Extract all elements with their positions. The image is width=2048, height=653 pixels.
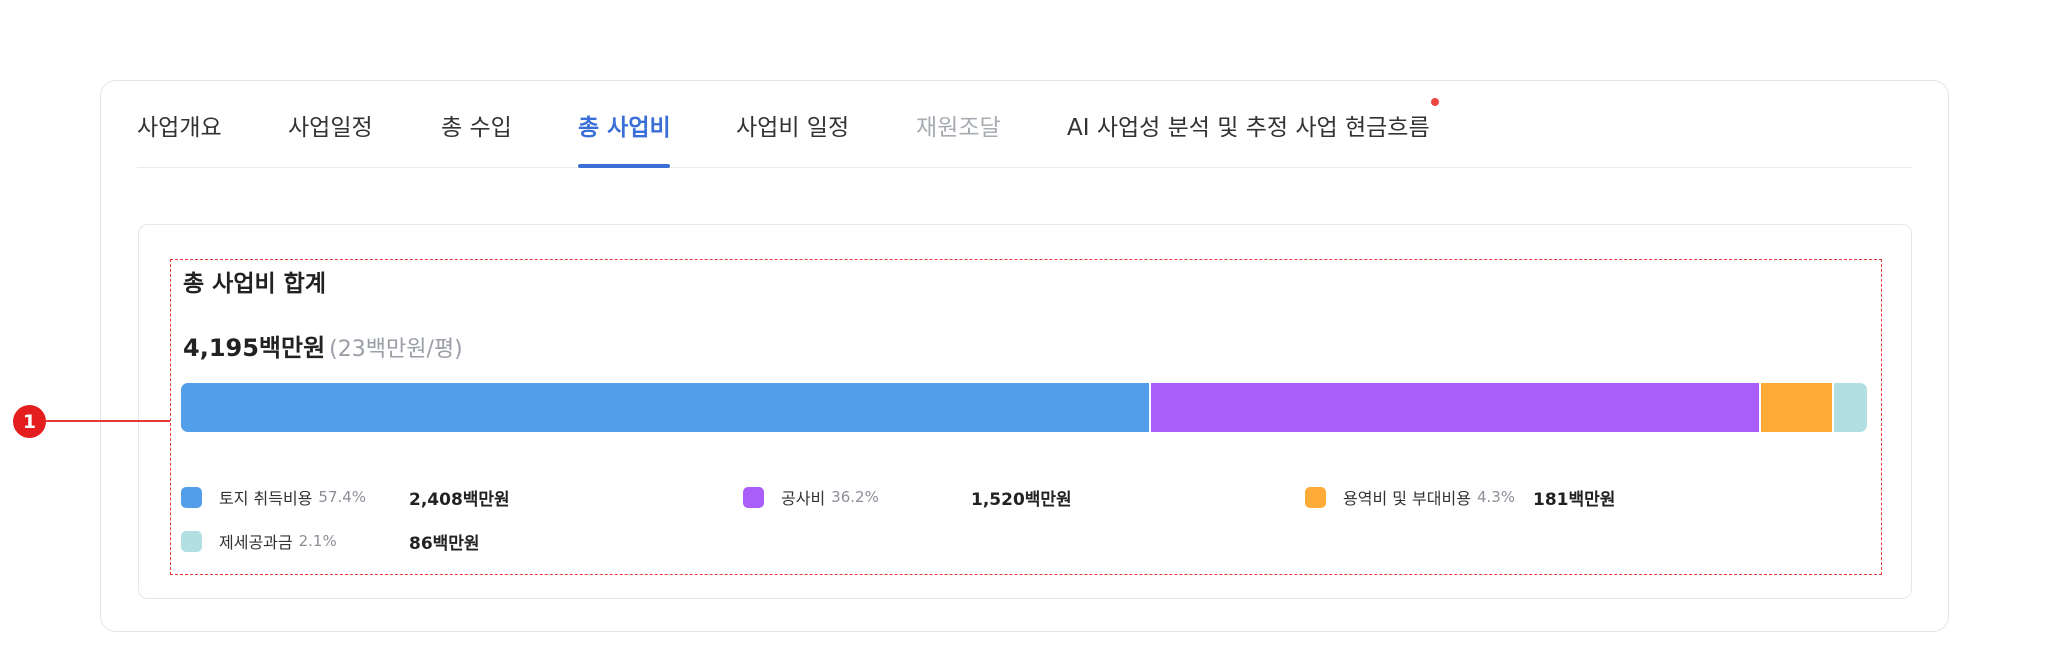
legend-label: 용역비 및 부대비용 — [1343, 489, 1471, 508]
legend-percent: 36.2% — [831, 488, 879, 506]
legend-swatch — [181, 530, 202, 552]
per-pyeong-amount: (23백만원/평) — [329, 337, 463, 362]
cost-legend: 토지 취득비용 57.4% 2,408백만원 공사비 36.2% 1,520백만… — [181, 484, 1881, 564]
tab-total-project-cost[interactable]: 총 사업비 — [578, 112, 671, 144]
tab-project-overview[interactable]: 사업개요 — [137, 112, 222, 144]
annotation-pointer-line — [46, 420, 170, 422]
notification-dot — [1431, 98, 1439, 106]
legend-amount-land: 2,408백만원 — [409, 490, 510, 510]
legend-item-land: 토지 취득비용 57.4% — [181, 484, 366, 510]
cost-breakdown-bar — [181, 383, 1867, 432]
active-tab-indicator — [578, 164, 670, 168]
legend-amount-services: 181백만원 — [1533, 490, 1616, 510]
total-row: 4,195백만원 (23백만원/평) — [183, 332, 463, 367]
legend-amount-construction: 1,520백만원 — [971, 490, 1072, 510]
tab-total-revenue[interactable]: 총 수입 — [441, 112, 512, 144]
legend-percent: 2.1% — [298, 532, 337, 550]
tab-financing[interactable]: 재원조달 — [916, 112, 1001, 144]
section-title: 총 사업비 합계 — [183, 271, 326, 297]
legend-swatch — [743, 486, 764, 508]
tab-project-schedule[interactable]: 사업일정 — [288, 112, 373, 144]
legend-label: 제세공과금 — [219, 533, 293, 552]
bar-segment-services — [1759, 383, 1832, 432]
legend-item-construction: 공사비 36.2% — [743, 484, 879, 510]
legend-label: 토지 취득비용 — [219, 489, 313, 508]
bar-segment-construction — [1148, 383, 1760, 432]
tab-bar: 사업개요 사업일정 총 수입 총 사업비 사업비 일정 재원조달 AI 사업성 … — [137, 100, 1912, 168]
legend-percent: 57.4% — [318, 488, 367, 506]
tab-cost-schedule[interactable]: 사업비 일정 — [736, 112, 849, 144]
legend-percent: 4.3% — [1476, 488, 1516, 506]
legend-swatch — [1305, 486, 1326, 508]
legend-item-taxes: 제세공과금 2.1% — [181, 528, 337, 554]
legend-amount-taxes: 86백만원 — [409, 534, 480, 554]
annotation-marker: 1 — [13, 405, 46, 438]
bar-segment-land — [181, 383, 1149, 432]
tab-ai-analysis-cashflow[interactable]: AI 사업성 분석 및 추정 사업 현금흐름 — [1067, 112, 1430, 144]
legend-swatch — [181, 486, 202, 508]
legend-item-services: 용역비 및 부대비용 4.3% — [1305, 484, 1515, 510]
total-amount: 4,195백만원 — [183, 334, 326, 362]
legend-label: 공사비 — [781, 489, 826, 508]
bar-segment-taxes — [1831, 383, 1867, 432]
